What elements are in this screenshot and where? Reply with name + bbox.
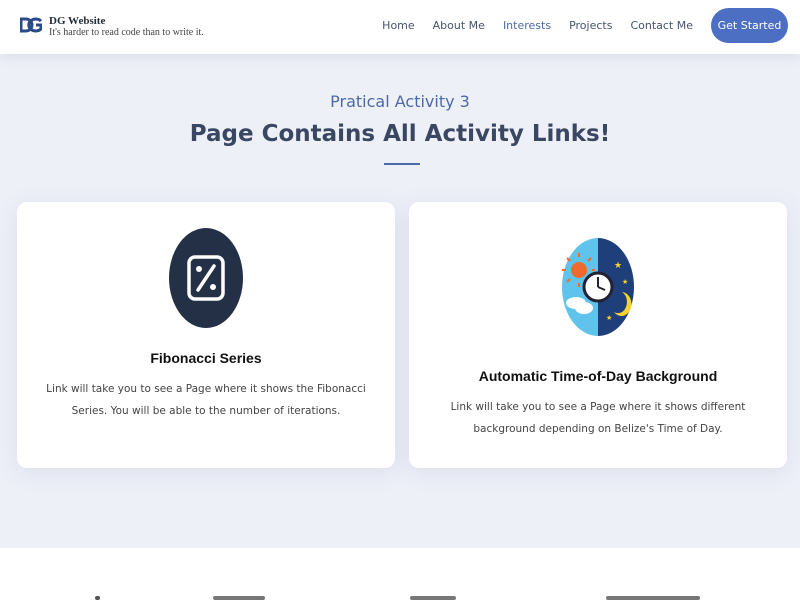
nav-contact-me[interactable]: Contact Me: [630, 19, 693, 32]
card-description: Link will take you to see a Page where i…: [450, 401, 746, 435]
dg-logo-icon: [20, 17, 42, 33]
get-started-button[interactable]: Get Started: [711, 8, 788, 43]
svg-text:★: ★: [622, 278, 628, 286]
nav-projects[interactable]: Projects: [569, 19, 612, 32]
footer-heading-fragment: [606, 596, 700, 600]
title-divider: [384, 163, 420, 165]
logo[interactable]: DG Website It's harder to read code than…: [20, 15, 204, 39]
nav-home[interactable]: Home: [382, 19, 414, 32]
svg-text:★: ★: [614, 261, 622, 271]
nav-about-me[interactable]: About Me: [433, 19, 485, 32]
card-title: Automatic Time-of-Day Background: [478, 368, 718, 384]
card-fibonacci[interactable]: Fibonacci Series Link will take you to s…: [17, 202, 395, 468]
footer-heading-fragment: [410, 596, 456, 600]
nav-interests[interactable]: Interests: [503, 19, 551, 32]
card-time-of-day[interactable]: ★ ★ ★ Automatic Time-of-Day Background L…: [409, 202, 787, 468]
main-nav: Home About Me Interests Projects Contact…: [364, 8, 788, 43]
section-subtitle: Pratical Activity 3: [330, 92, 470, 111]
activities-section: Pratical Activity 3 Page Contains All Ac…: [0, 54, 800, 548]
day-night-clock-icon: ★ ★ ★: [562, 238, 634, 336]
site-header: DG Website It's harder to read code than…: [0, 0, 800, 54]
footer-heading-fragment: [213, 596, 265, 600]
card-title: Fibonacci Series: [150, 350, 262, 366]
card-description: Link will take you to see a Page where i…: [46, 383, 366, 417]
brand-title: DG Website: [49, 15, 106, 27]
brand-tagline: It's harder to read code than to write i…: [49, 27, 204, 38]
footer: [0, 548, 800, 600]
percent-icon: [169, 228, 243, 328]
footer-icon-fragment: [95, 596, 100, 600]
brand: DG Website It's harder to read code than…: [49, 15, 204, 39]
svg-text:★: ★: [606, 314, 612, 322]
section-title: Page Contains All Activity Links!: [189, 121, 611, 147]
